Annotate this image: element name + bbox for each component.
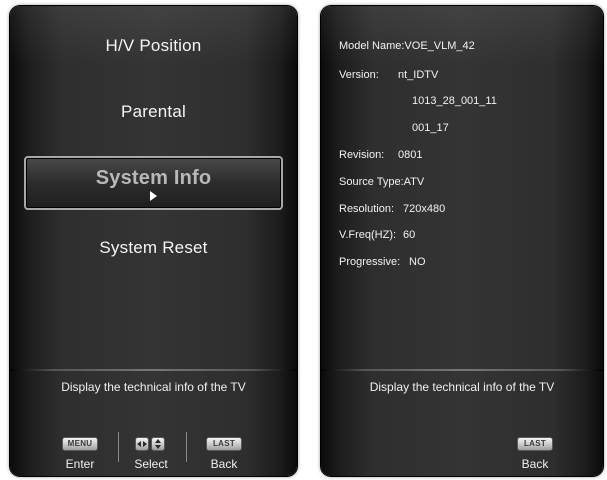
menu-button[interactable]: MENU <box>62 437 98 451</box>
version-row: Version: nt_IDTV <box>339 69 438 81</box>
enter-label: Enter <box>65 457 95 471</box>
system-info-panel: Model Name:VOE_VLM_42 Version: nt_IDTV 10… <box>321 6 603 476</box>
last-button-label: LAST <box>212 439 236 448</box>
up-down-arrow-button[interactable] <box>151 437 165 451</box>
version-value-line-3: 001_17 <box>412 122 449 134</box>
model-name-row: Model Name:VOE_VLM_42 <box>339 40 475 52</box>
button-separator <box>186 432 187 462</box>
help-text: Display the technical info of the TV <box>369 380 555 394</box>
progressive-label: Progressive: <box>339 256 401 268</box>
vfreq-label: V.Freq(HZ): <box>339 229 397 241</box>
menu-item-label: H/V Position <box>105 36 202 55</box>
resolution-value: 720x480 <box>403 203 446 215</box>
last-button-label: LAST <box>523 439 547 448</box>
menu-button-label: MENU <box>67 439 93 448</box>
menu-item-label: System Reset <box>99 238 208 257</box>
back-label: Back <box>210 457 238 471</box>
version-label: Version: <box>339 69 379 81</box>
resolution-row: Resolution: 720x480 <box>339 203 445 215</box>
version-value: nt_IDTV <box>398 69 439 81</box>
model-name-value: VOE_VLM_42 <box>404 40 475 52</box>
revision-label: Revision: <box>339 149 385 161</box>
source-type-label: Source Type: <box>339 176 404 188</box>
menu-item-system-info[interactable]: System Info <box>24 156 283 210</box>
revision-value: 0801 <box>398 149 423 161</box>
menu-item-parental[interactable]: Parental <box>10 102 297 122</box>
revision-row: Revision: 0801 <box>339 149 422 161</box>
source-type-row: Source Type:ATV <box>339 176 424 188</box>
help-text: Display the technical info of the TV <box>61 380 246 394</box>
footer-divider <box>321 369 603 371</box>
menu-item-system-reset[interactable]: System Reset <box>10 238 297 258</box>
vfreq-value: 60 <box>403 229 416 241</box>
footer-divider <box>10 369 297 371</box>
menu-item-label: System Info <box>95 167 212 189</box>
right-arrow-icon <box>143 441 147 447</box>
progressive-row: Progressive: NO <box>339 256 426 268</box>
version-value-line-2: 1013_28_001_11 <box>412 95 497 107</box>
select-label: Select <box>134 457 168 471</box>
left-arrow-icon <box>137 441 141 447</box>
model-name-label: Model Name: <box>339 40 405 52</box>
source-type-value: ATV <box>403 176 425 188</box>
vfreq-row: V.Freq(HZ): 60 <box>339 229 415 241</box>
menu-item-label: Parental <box>121 102 186 121</box>
button-separator <box>118 432 119 462</box>
progressive-value: NO <box>409 256 426 268</box>
resolution-label: Resolution: <box>339 203 395 215</box>
last-button[interactable]: LAST <box>517 437 553 451</box>
settings-menu-panel: H/V Position Parental System Info System… <box>10 6 297 476</box>
last-button[interactable]: LAST <box>206 437 242 451</box>
play-arrow-icon <box>150 191 157 201</box>
left-right-arrow-button[interactable] <box>135 437 149 451</box>
menu-item-hv-position[interactable]: H/V Position <box>10 36 297 56</box>
back-label: Back <box>521 457 549 471</box>
down-arrow-icon <box>155 445 161 449</box>
up-arrow-icon <box>155 439 161 443</box>
